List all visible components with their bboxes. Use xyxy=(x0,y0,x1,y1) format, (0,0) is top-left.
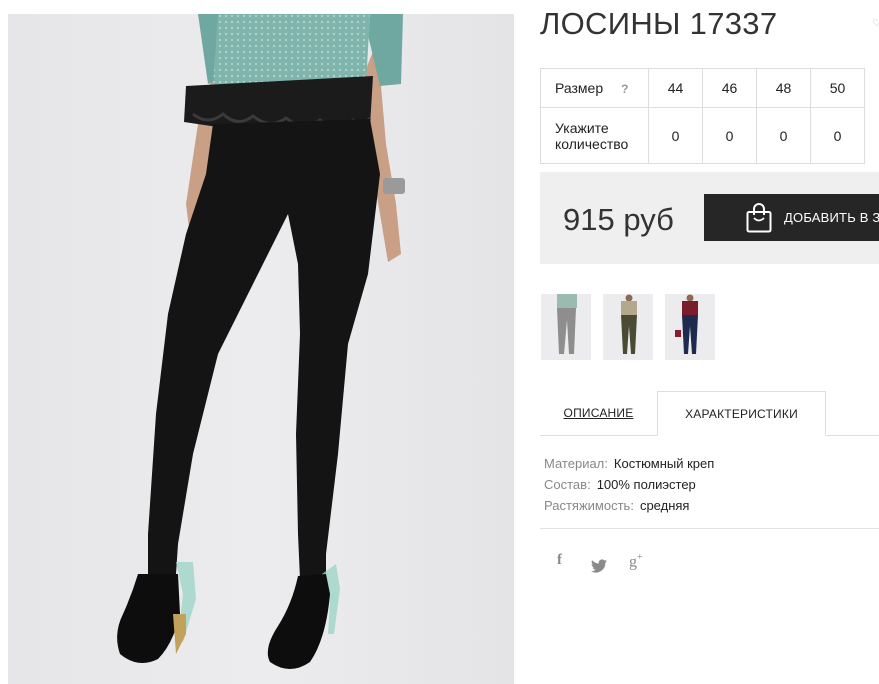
tab-characteristics[interactable]: ХАРАКТЕРИСТИКИ xyxy=(657,391,826,436)
quantity-input-44[interactable]: 0 xyxy=(648,107,703,164)
size-50: 50 xyxy=(810,68,865,108)
size-label-cell: Размер? xyxy=(540,68,649,108)
model-illustration xyxy=(117,14,405,669)
tab-description[interactable]: ОПИСАНИЕ xyxy=(540,391,657,435)
product-title: ЛОСИНЫ 17337 xyxy=(540,6,778,41)
size-48: 48 xyxy=(756,68,811,108)
quantity-input-46[interactable]: 0 xyxy=(702,107,757,164)
quantity-label-line1: Укажите xyxy=(555,119,609,136)
quantity-input-50[interactable]: 0 xyxy=(810,107,865,164)
add-to-cart-button[interactable]: ДОБАВИТЬ В ЗА xyxy=(704,194,879,241)
social-divider xyxy=(540,528,879,529)
add-to-cart-label: ДОБАВИТЬ В ЗА xyxy=(784,210,879,225)
price: 915 руб xyxy=(563,202,674,237)
spec-value: 100% полиэстер xyxy=(596,477,696,492)
size-quantity-table: Размер? 44 46 48 50 Укажите количество 0… xyxy=(540,68,865,164)
spec-row-composition: Состав: 100% полиэстер xyxy=(544,474,714,495)
wishlist-icon[interactable]: ♡ xyxy=(872,18,879,29)
thumb-gray[interactable] xyxy=(541,294,591,360)
spec-value: Костюмный креп xyxy=(613,456,715,471)
spec-key: Растяжимость: xyxy=(544,498,634,513)
spec-row-stretch: Растяжимость: средняя xyxy=(544,495,714,516)
thumb-navy[interactable] xyxy=(665,294,715,360)
thumb-gray-illustration xyxy=(557,294,577,354)
size-label: Размер xyxy=(555,79,604,96)
google-plus-icon[interactable]: g+ xyxy=(629,552,643,572)
facebook-icon[interactable]: f xyxy=(557,552,562,572)
shopping-bag-icon xyxy=(746,202,772,232)
spec-list: Материал: Костюмный креп Состав: 100% поли… xyxy=(544,453,714,516)
thumb-olive-illustration xyxy=(621,294,637,354)
thumb-olive[interactable] xyxy=(603,294,653,360)
spec-row-material: Материал: Костюмный креп xyxy=(544,453,714,474)
spec-key: Материал: xyxy=(544,456,608,471)
size-46: 46 xyxy=(702,68,757,108)
quantity-label-line2: количество xyxy=(555,135,629,152)
product-main-image[interactable] xyxy=(8,14,514,684)
quantity-label: Укажите количество xyxy=(540,107,649,164)
twitter-icon[interactable] xyxy=(591,556,607,576)
quantity-input-48[interactable]: 0 xyxy=(756,107,811,164)
thumb-navy-illustration xyxy=(675,294,698,354)
spec-value: средняя xyxy=(639,498,690,513)
price-box: 915 руб ДОБАВИТЬ В ЗА xyxy=(540,172,879,264)
help-icon[interactable]: ? xyxy=(621,81,628,97)
size-44: 44 xyxy=(648,68,703,108)
spec-key: Состав: xyxy=(544,477,591,492)
